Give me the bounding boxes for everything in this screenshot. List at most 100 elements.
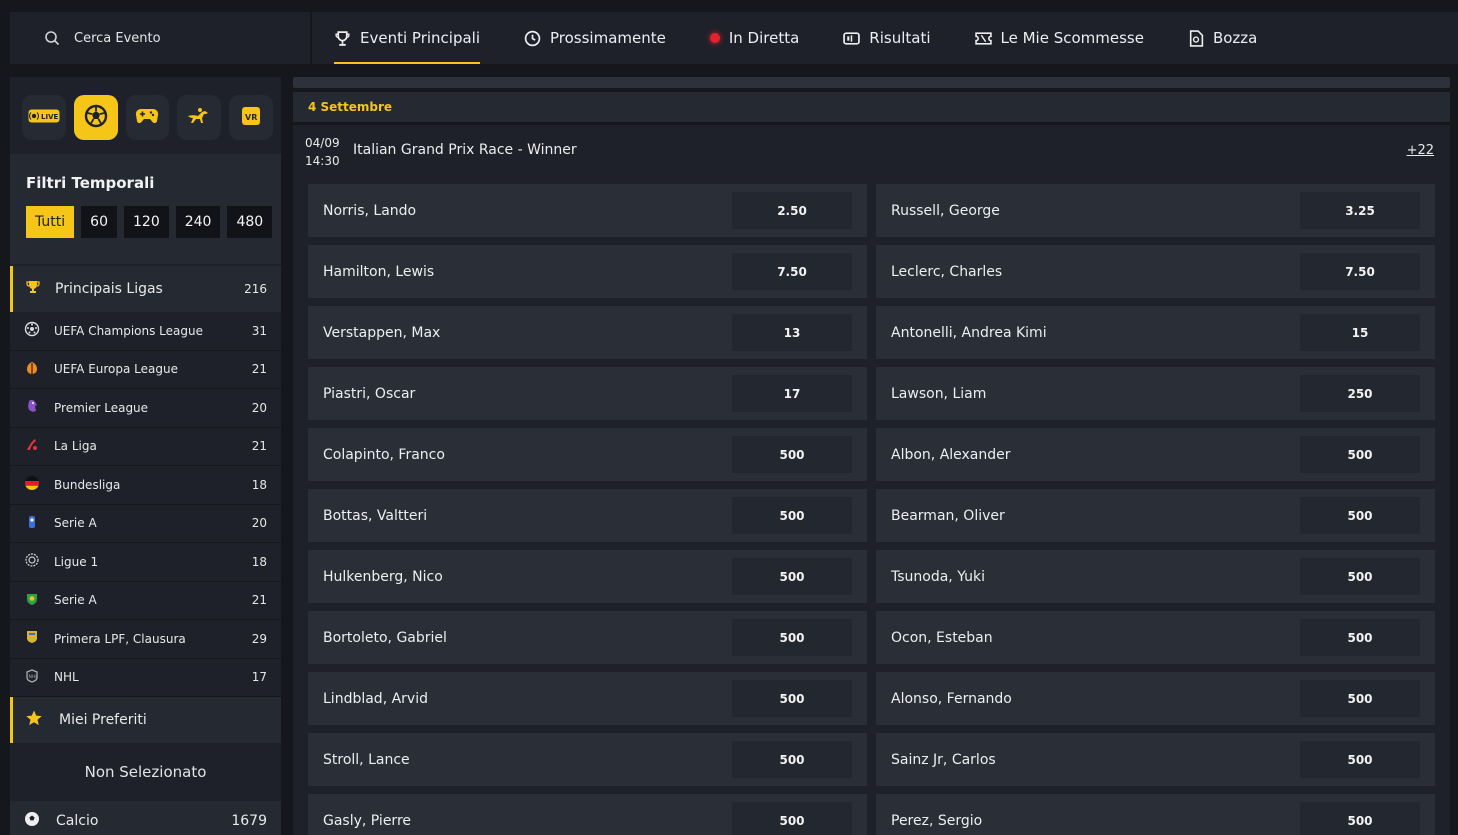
sport-row-calcio[interactable]: Calcio 1679 bbox=[10, 801, 281, 835]
odds-price-button[interactable]: 500 bbox=[1300, 497, 1420, 534]
odds-selection[interactable]: Stroll, Lance 500 bbox=[308, 733, 867, 786]
search-box[interactable]: Cerca Evento bbox=[10, 12, 310, 64]
odds-selection[interactable]: Lindblad, Arvid 500 bbox=[308, 672, 867, 725]
odds-selection[interactable]: Russell, George 3.25 bbox=[876, 184, 1435, 237]
tab-prossimamente[interactable]: Prossimamente bbox=[524, 12, 666, 64]
live-sport-button[interactable]: LIVE bbox=[22, 95, 66, 140]
premier-league-icon bbox=[24, 398, 40, 417]
league-count: 21 bbox=[251, 362, 267, 377]
league-primera-lpf[interactable]: Primera LPF, Clausura 29 bbox=[10, 620, 281, 659]
odds-selection[interactable]: Bottas, Valtteri 500 bbox=[308, 489, 867, 542]
odds-selection[interactable]: Ocon, Esteban 500 bbox=[876, 611, 1435, 664]
odds-selection[interactable]: Alonso, Fernando 500 bbox=[876, 672, 1435, 725]
time-filter-all[interactable]: Tutti bbox=[26, 206, 75, 238]
tab-le-mie-scommesse[interactable]: Le Mie Scommesse bbox=[974, 12, 1144, 64]
odds-price-button[interactable]: 500 bbox=[732, 680, 852, 717]
odds-selection[interactable]: Lawson, Liam 250 bbox=[876, 367, 1435, 420]
svg-text:NHL: NHL bbox=[29, 674, 39, 680]
league-nhl[interactable]: NHL NHL 17 bbox=[10, 659, 281, 697]
odds-price-button[interactable]: 500 bbox=[732, 497, 852, 534]
time-filter-60[interactable]: 60 bbox=[81, 206, 117, 238]
champions-league-icon bbox=[24, 321, 40, 340]
selection-name: Bortoleto, Gabriel bbox=[323, 629, 447, 646]
selection-name: Colapinto, Franco bbox=[323, 446, 445, 463]
odds-selection[interactable]: Bortoleto, Gabriel 500 bbox=[308, 611, 867, 664]
odds-price-button[interactable]: 500 bbox=[732, 741, 852, 778]
odds-price-button[interactable]: 500 bbox=[1300, 802, 1420, 835]
odds-selection[interactable]: Albon, Alexander 500 bbox=[876, 428, 1435, 481]
vr-sport-button[interactable]: VR bbox=[229, 95, 273, 140]
time-filter-120[interactable]: 120 bbox=[124, 206, 169, 238]
esports-sport-button[interactable] bbox=[125, 95, 170, 140]
more-markets-link[interactable]: +22 bbox=[1407, 143, 1434, 158]
league-premier-league[interactable]: Premier League 20 bbox=[10, 389, 281, 428]
odds-selection[interactable]: Hamilton, Lewis 7.50 bbox=[308, 245, 867, 298]
league-count: 18 bbox=[251, 477, 267, 492]
time-filter-240[interactable]: 240 bbox=[175, 206, 221, 238]
time-filter-480[interactable]: 480 bbox=[227, 206, 273, 238]
odds-selection[interactable]: Perez, Sergio 500 bbox=[876, 794, 1435, 835]
time-filters-title: Filtri Temporali bbox=[26, 174, 155, 192]
odds-price-button[interactable]: 500 bbox=[1300, 436, 1420, 473]
tab-in-diretta[interactable]: In Diretta bbox=[709, 12, 799, 64]
odds-selection[interactable]: Hulkenberg, Nico 500 bbox=[308, 550, 867, 603]
time-filter-buttons: Tutti 60 120 240 480 bbox=[26, 206, 273, 238]
league-la-liga[interactable]: La Liga 21 bbox=[10, 428, 281, 466]
odds-price-button[interactable]: 500 bbox=[1300, 619, 1420, 656]
league-list: UEFA Champions League 31 UEFA Europa Lea… bbox=[10, 312, 281, 697]
odds-price-button[interactable]: 500 bbox=[732, 619, 852, 656]
serie-a-icon bbox=[24, 514, 40, 533]
odds-price-button[interactable]: 15 bbox=[1300, 314, 1420, 351]
tab-bozza[interactable]: Bozza bbox=[1188, 12, 1257, 64]
search-input[interactable]: Cerca Evento bbox=[74, 31, 161, 46]
odds-price-button[interactable]: 3.25 bbox=[1300, 192, 1420, 229]
odds-price-button[interactable]: 500 bbox=[732, 802, 852, 835]
league-header-label: Principais Ligas bbox=[55, 281, 163, 297]
odds-selection[interactable]: Norris, Lando 2.50 bbox=[308, 184, 867, 237]
germany-flag-icon bbox=[24, 475, 40, 494]
odds-price-button[interactable]: 2.50 bbox=[732, 192, 852, 229]
odds-selection[interactable]: Bearman, Oliver 500 bbox=[876, 489, 1435, 542]
odds-price-button[interactable]: 250 bbox=[1300, 375, 1420, 412]
selection-name: Ocon, Esteban bbox=[891, 629, 993, 646]
league-europa-league[interactable]: UEFA Europa League 21 bbox=[10, 351, 281, 389]
league-count: 21 bbox=[251, 593, 267, 608]
odds-selection[interactable]: Colapinto, Franco 500 bbox=[308, 428, 867, 481]
league-serie-a[interactable]: Serie A 20 bbox=[10, 505, 281, 543]
odds-price-button[interactable]: 7.50 bbox=[732, 253, 852, 290]
selection-name: Perez, Sergio bbox=[891, 812, 983, 829]
principais-ligas-header[interactable]: Principais Ligas 216 bbox=[10, 266, 281, 312]
favorites-label: Miei Preferiti bbox=[59, 712, 147, 728]
soccer-sport-button[interactable] bbox=[73, 95, 118, 140]
odds-selection[interactable]: Gasly, Pierre 500 bbox=[308, 794, 867, 835]
odds-price-button[interactable]: 500 bbox=[732, 436, 852, 473]
odds-selection[interactable]: Sainz Jr, Carlos 500 bbox=[876, 733, 1435, 786]
selection-name: Piastri, Oscar bbox=[323, 385, 416, 402]
ticket-icon bbox=[974, 31, 992, 46]
clock-icon bbox=[524, 30, 541, 47]
odds-price-button[interactable]: 17 bbox=[732, 375, 852, 412]
odds-price-button[interactable]: 500 bbox=[1300, 741, 1420, 778]
league-serie-a-brazil[interactable]: Serie A 21 bbox=[10, 582, 281, 620]
lpf-icon bbox=[24, 629, 40, 648]
odds-price-button[interactable]: 500 bbox=[732, 558, 852, 595]
odds-selection[interactable]: Leclerc, Charles 7.50 bbox=[876, 245, 1435, 298]
tab-risultati[interactable]: Risultati bbox=[843, 12, 931, 64]
league-count: 29 bbox=[251, 631, 267, 646]
horse-racing-sport-button[interactable] bbox=[177, 95, 222, 140]
tab-label: Le Mie Scommesse bbox=[1000, 29, 1144, 47]
league-champions-league[interactable]: UEFA Champions League 31 bbox=[10, 312, 281, 351]
odds-selection[interactable]: Tsunoda, Yuki 500 bbox=[876, 550, 1435, 603]
tab-eventi-principali[interactable]: Eventi Principali bbox=[334, 12, 480, 64]
favorites-row[interactable]: Miei Preferiti bbox=[10, 697, 281, 743]
league-bundesliga[interactable]: Bundesliga 18 bbox=[10, 466, 281, 505]
odds-price-button[interactable]: 500 bbox=[1300, 558, 1420, 595]
odds-selection[interactable]: Antonelli, Andrea Kimi 15 bbox=[876, 306, 1435, 359]
odds-selection[interactable]: Verstappen, Max 13 bbox=[308, 306, 867, 359]
odds-selection[interactable]: Piastri, Oscar 17 bbox=[308, 367, 867, 420]
ligue1-icon bbox=[24, 552, 40, 571]
odds-price-button[interactable]: 500 bbox=[1300, 680, 1420, 717]
league-ligue-1[interactable]: Ligue 1 18 bbox=[10, 543, 281, 582]
odds-price-button[interactable]: 13 bbox=[732, 314, 852, 351]
odds-price-button[interactable]: 7.50 bbox=[1300, 253, 1420, 290]
